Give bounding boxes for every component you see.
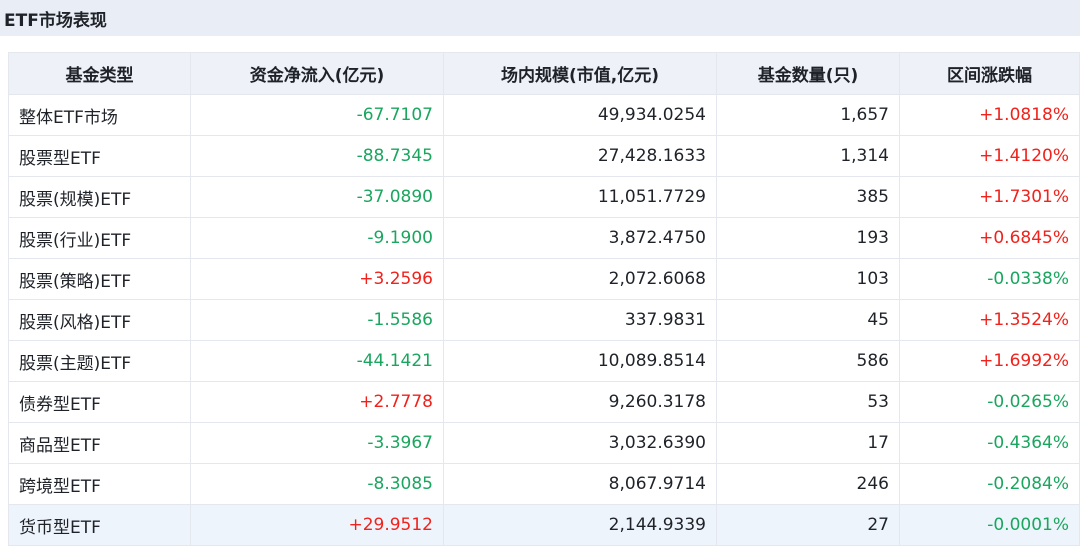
cell-change: +1.3524% (899, 299, 1080, 341)
cell-fund-count: 1,314 (716, 135, 900, 177)
table-row[interactable]: 股票(主题)ETF -44.1421 10,089.8514 586 +1.6992% (8, 340, 1080, 382)
table-row[interactable]: 股票(规模)ETF -37.0890 11,051.7729 385 +1.7301% (8, 176, 1080, 218)
cell-fund-type: 跨境型ETF (8, 463, 191, 505)
cell-net-inflow: -67.7107 (190, 94, 444, 136)
cell-scale: 2,072.6068 (443, 258, 717, 300)
cell-fund-count: 193 (716, 217, 900, 259)
table-row[interactable]: 股票(行业)ETF -9.1900 3,872.4750 193 +0.6845% (8, 217, 1080, 259)
cell-fund-type: 股票(行业)ETF (8, 217, 191, 259)
cell-scale: 337.9831 (443, 299, 717, 341)
cell-fund-count: 45 (716, 299, 900, 341)
cell-fund-type: 货币型ETF (8, 504, 191, 546)
cell-change: +1.7301% (899, 176, 1080, 218)
cell-fund-count: 27 (716, 504, 900, 546)
cell-fund-count: 385 (716, 176, 900, 218)
column-header-fund-type[interactable]: 基金类型 (8, 52, 191, 95)
cell-fund-type: 股票(规模)ETF (8, 176, 191, 218)
cell-fund-count: 1,657 (716, 94, 900, 136)
cell-net-inflow: -1.5586 (190, 299, 444, 341)
cell-net-inflow: +29.9512 (190, 504, 444, 546)
cell-scale: 3,032.6390 (443, 422, 717, 464)
section-header: ETF市场表现 (0, 0, 1080, 36)
cell-net-inflow: -8.3085 (190, 463, 444, 505)
table-row[interactable]: 股票(策略)ETF +3.2596 2,072.6068 103 -0.0338% (8, 258, 1080, 300)
cell-net-inflow: +3.2596 (190, 258, 444, 300)
cell-change: +0.6845% (899, 217, 1080, 259)
cell-scale: 10,089.8514 (443, 340, 717, 382)
etf-table-container: 基金类型 资金净流入(亿元) 场内规模(市值,亿元) 基金数量(只) 区间涨跌幅… (8, 52, 1080, 546)
cell-net-inflow: -3.3967 (190, 422, 444, 464)
cell-scale: 2,144.9339 (443, 504, 717, 546)
cell-scale: 27,428.1633 (443, 135, 717, 177)
cell-scale: 8,067.9714 (443, 463, 717, 505)
cell-change: -0.4364% (899, 422, 1080, 464)
cell-change: +1.0818% (899, 94, 1080, 136)
table-body: 整体ETF市场 -67.7107 49,934.0254 1,657 +1.0818% 股… (8, 94, 1080, 546)
table-row[interactable]: 股票(风格)ETF -1.5586 337.9831 45 +1.3524% (8, 299, 1080, 341)
column-header-net-inflow[interactable]: 资金净流入(亿元) (190, 52, 444, 95)
etf-market-table: 基金类型 资金净流入(亿元) 场内规模(市值,亿元) 基金数量(只) 区间涨跌幅… (8, 52, 1080, 546)
cell-change: -0.0338% (899, 258, 1080, 300)
cell-fund-type: 股票(策略)ETF (8, 258, 191, 300)
cell-net-inflow: -9.1900 (190, 217, 444, 259)
cell-fund-count: 53 (716, 381, 900, 423)
table-row[interactable]: 商品型ETF -3.3967 3,032.6390 17 -0.4364% (8, 422, 1080, 464)
cell-net-inflow: -44.1421 (190, 340, 444, 382)
table-row[interactable]: 货币型ETF +29.9512 2,144.9339 27 -0.0001% (8, 504, 1080, 546)
column-header-fund-count[interactable]: 基金数量(只) (716, 52, 900, 95)
cell-change: -0.2084% (899, 463, 1080, 505)
cell-fund-type: 债券型ETF (8, 381, 191, 423)
table-row[interactable]: 整体ETF市场 -67.7107 49,934.0254 1,657 +1.0818% (8, 94, 1080, 136)
cell-fund-type: 股票(主题)ETF (8, 340, 191, 382)
cell-scale: 11,051.7729 (443, 176, 717, 218)
cell-change: +1.6992% (899, 340, 1080, 382)
cell-change: -0.0265% (899, 381, 1080, 423)
cell-change: -0.0001% (899, 504, 1080, 546)
cell-fund-type: 股票型ETF (8, 135, 191, 177)
cell-fund-type: 商品型ETF (8, 422, 191, 464)
cell-scale: 49,934.0254 (443, 94, 717, 136)
cell-net-inflow: -37.0890 (190, 176, 444, 218)
cell-change: +1.4120% (899, 135, 1080, 177)
cell-fund-count: 17 (716, 422, 900, 464)
cell-fund-type: 整体ETF市场 (8, 94, 191, 136)
cell-fund-count: 103 (716, 258, 900, 300)
table-header-row: 基金类型 资金净流入(亿元) 场内规模(市值,亿元) 基金数量(只) 区间涨跌幅 (8, 52, 1080, 95)
table-row[interactable]: 债券型ETF +2.7778 9,260.3178 53 -0.0265% (8, 381, 1080, 423)
cell-scale: 9,260.3178 (443, 381, 717, 423)
column-header-scale[interactable]: 场内规模(市值,亿元) (443, 52, 717, 95)
cell-net-inflow: -88.7345 (190, 135, 444, 177)
cell-fund-count: 586 (716, 340, 900, 382)
cell-fund-type: 股票(风格)ETF (8, 299, 191, 341)
cell-scale: 3,872.4750 (443, 217, 717, 259)
column-header-change[interactable]: 区间涨跌幅 (899, 52, 1080, 95)
table-row[interactable]: 跨境型ETF -8.3085 8,067.9714 246 -0.2084% (8, 463, 1080, 505)
cell-net-inflow: +2.7778 (190, 381, 444, 423)
table-row[interactable]: 股票型ETF -88.7345 27,428.1633 1,314 +1.4120% (8, 135, 1080, 177)
cell-fund-count: 246 (716, 463, 900, 505)
section-title: ETF市场表现 (4, 10, 107, 31)
